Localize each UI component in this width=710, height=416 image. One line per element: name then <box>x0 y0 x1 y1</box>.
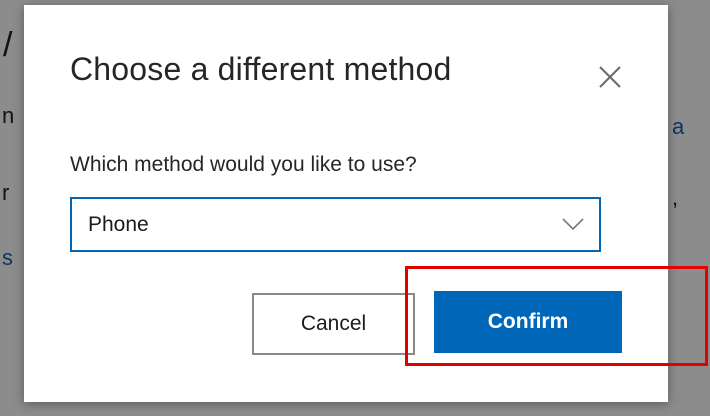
chevron-down-icon <box>562 218 584 231</box>
confirm-button[interactable]: Confirm <box>434 291 622 353</box>
method-field-label: Which method would you like to use? <box>70 153 417 176</box>
method-select-value: Phone <box>88 213 149 236</box>
close-button[interactable] <box>590 57 630 97</box>
screen: / n r s a , Choose a different method Wh… <box>0 0 710 416</box>
choose-method-dialog: Choose a different method Which method w… <box>24 5 668 402</box>
cancel-button[interactable]: Cancel <box>252 293 415 355</box>
dialog-title: Choose a different method <box>70 51 452 87</box>
close-icon <box>599 66 621 88</box>
method-select[interactable]: Phone <box>70 197 601 252</box>
